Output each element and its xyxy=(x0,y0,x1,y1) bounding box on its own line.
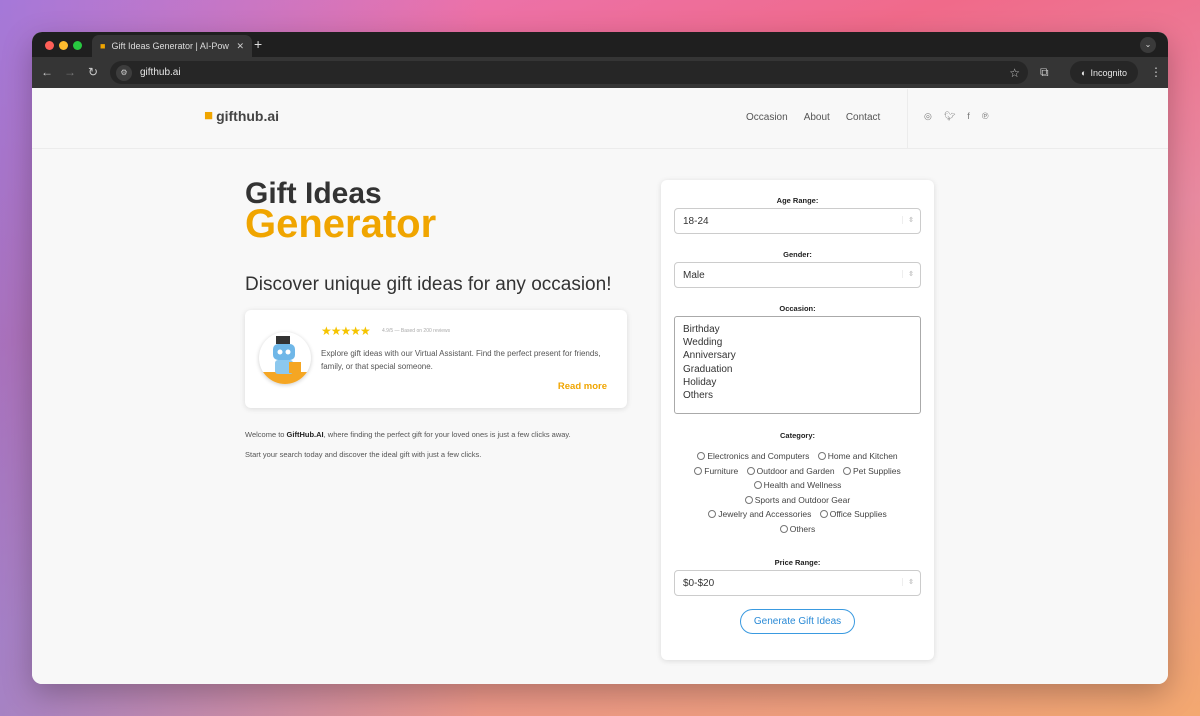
menu-icon[interactable]: ⋮ xyxy=(1150,65,1162,79)
select-arrows-icon: ⇳ xyxy=(902,270,914,278)
hero-subtitle: Discover unique gift ideas for any occas… xyxy=(245,274,612,295)
age-label: Age Range: xyxy=(776,196,819,205)
gender-label: Gender: xyxy=(783,250,812,259)
close-tab-icon[interactable]: ✕ xyxy=(236,41,244,52)
category-radio[interactable]: Others xyxy=(779,522,815,537)
category-radio[interactable]: Jewelry and Accessories xyxy=(708,507,811,522)
instagram-icon[interactable]: ◎ xyxy=(924,111,932,122)
title-bar: ■ Gift Ideas Generator | AI-Pow ✕ + ⌄ xyxy=(32,32,1168,57)
maximize-window-button[interactable] xyxy=(73,41,82,50)
category-radio[interactable]: Electronics and Computers xyxy=(697,449,809,464)
price-range-select[interactable]: $0-$20 ⇳ xyxy=(674,570,921,596)
pinterest-icon[interactable]: ℗ xyxy=(982,111,989,122)
rating-text: 4.9/5 — Based on 200 reviews xyxy=(382,328,451,334)
category-radio[interactable]: Sports and Outdoor Gear xyxy=(744,493,850,508)
card-description: Explore gift ideas with our Virtual Assi… xyxy=(321,349,601,371)
divider xyxy=(907,89,908,149)
browser-tab[interactable]: ■ Gift Ideas Generator | AI-Pow ✕ xyxy=(92,35,252,57)
twitter-icon[interactable]: 🐦︎ xyxy=(944,111,955,122)
occasion-option[interactable]: Holiday xyxy=(683,376,912,389)
gender-select[interactable]: Male ⇳ xyxy=(674,262,921,288)
new-tab-button[interactable]: + xyxy=(254,36,262,52)
address-bar[interactable]: ⚙ gifthub.ai ☆ xyxy=(110,61,1028,84)
gift-icon: ■ xyxy=(204,107,214,124)
assistant-card: ★★★★★ 4.9/5 — Based on 200 reviews Explo… xyxy=(245,310,627,408)
forward-icon[interactable]: → xyxy=(64,65,76,79)
site-settings-icon[interactable]: ⚙ xyxy=(116,64,132,81)
occasion-listbox[interactable]: Birthday Wedding Anniversary Graduation … xyxy=(674,316,921,414)
nav-occasion[interactable]: Occasion xyxy=(746,112,788,123)
minimize-window-button[interactable] xyxy=(59,41,68,50)
age-range-select[interactable]: 18-24 ⇳ xyxy=(674,208,921,234)
gift-form: Age Range: 18-24 ⇳ Gender: Male ⇳ Occasion… xyxy=(661,180,934,660)
intro-paragraph: Welcome to GiftHub.AI, where finding the… xyxy=(245,430,571,439)
nav-about[interactable]: About xyxy=(804,112,830,123)
category-radio[interactable]: Home and Kitchen xyxy=(817,449,898,464)
social-links: ◎ 🐦︎ f ℗ xyxy=(924,111,988,122)
nav-contact[interactable]: Contact xyxy=(846,112,880,123)
facebook-icon[interactable]: f xyxy=(967,111,970,122)
occasion-option[interactable]: Wedding xyxy=(683,336,912,349)
web-page: ■ gifthub.ai Occasion About Contact ◎ 🐦︎ f ℗… xyxy=(32,89,1168,684)
back-icon[interactable]: ← xyxy=(41,65,53,79)
category-radio[interactable]: Pet Supplies xyxy=(843,464,901,479)
occasion-option[interactable]: Birthday xyxy=(683,323,912,336)
select-arrows-icon: ⇳ xyxy=(902,578,914,586)
occasion-option[interactable]: Graduation xyxy=(683,363,912,376)
occasion-option[interactable]: Anniversary xyxy=(683,349,912,362)
robot-avatar xyxy=(259,332,311,384)
occasion-option[interactable]: Others xyxy=(683,389,912,402)
browser-toolbar: ← → ↻ ⚙ gifthub.ai ☆ ⧉ ◐ Incognito ⋮ xyxy=(32,57,1168,88)
bookmark-star-icon[interactable]: ☆ xyxy=(1009,66,1020,80)
site-logo[interactable]: ■ gifthub.ai xyxy=(204,107,279,124)
rating-stars: ★★★★★ xyxy=(321,324,371,338)
read-more-link[interactable]: Read more xyxy=(558,381,607,392)
category-label: Category: xyxy=(779,431,815,440)
site-header: ■ gifthub.ai Occasion About Contact ◎ 🐦︎ f ℗ xyxy=(32,89,1168,149)
select-arrows-icon: ⇳ xyxy=(902,216,914,224)
incognito-badge[interactable]: ◐ Incognito xyxy=(1070,61,1138,84)
close-window-button[interactable] xyxy=(45,41,54,50)
tab-search-button[interactable]: ⌄ xyxy=(1140,37,1156,53)
main-nav: Occasion About Contact xyxy=(746,112,880,123)
browser-window: ■ Gift Ideas Generator | AI-Pow ✕ + ⌄ ← → … xyxy=(32,32,1168,684)
category-radio-group: Electronics and Computers Home and Kitch… xyxy=(681,449,914,536)
hero-title-accent: Generator xyxy=(245,202,437,246)
price-label: Price Range: xyxy=(774,558,821,567)
generate-gift-ideas-button[interactable]: Generate Gift Ideas xyxy=(740,609,855,634)
extensions-icon[interactable]: ⧉ xyxy=(1040,65,1049,80)
category-radio[interactable]: Office Supplies xyxy=(819,507,887,522)
category-radio[interactable]: Furniture xyxy=(694,464,738,479)
gift-favicon-icon: ■ xyxy=(100,41,106,51)
occasion-label: Occasion: xyxy=(779,304,816,313)
category-radio[interactable]: Health and Wellness xyxy=(753,478,841,493)
category-radio[interactable]: Outdoor and Garden xyxy=(746,464,835,479)
incognito-icon: ◐ xyxy=(1081,67,1087,78)
reload-icon[interactable]: ↻ xyxy=(88,65,98,79)
intro-paragraph-2: Start your search today and discover the… xyxy=(245,450,482,459)
